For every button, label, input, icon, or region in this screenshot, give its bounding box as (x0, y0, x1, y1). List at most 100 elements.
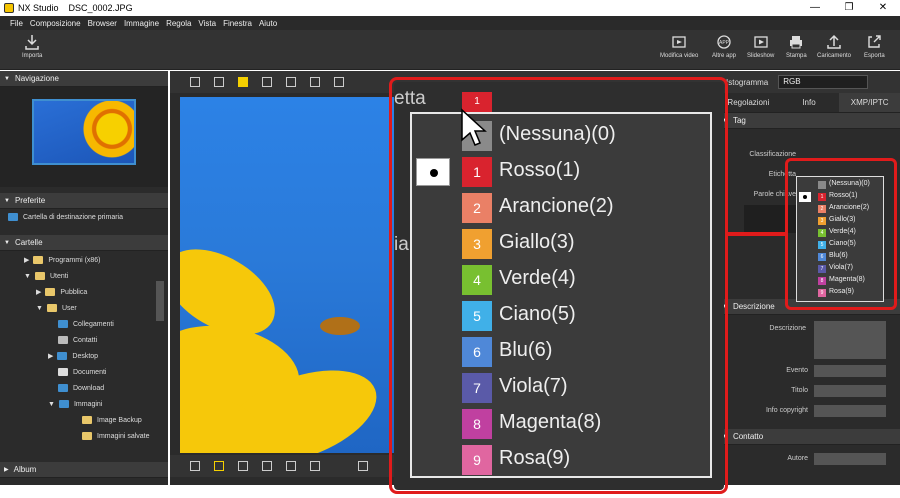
main-photo[interactable] (180, 97, 396, 453)
slideshow-button[interactable]: Slideshow (747, 34, 774, 59)
toggle-panels-icon[interactable] (334, 77, 344, 87)
other-apps-button[interactable]: APP Altre app (712, 34, 736, 59)
histogram-mode-select[interactable]: RGB (778, 75, 869, 89)
slideshow-icon (754, 36, 768, 48)
close-button[interactable]: ✕ (866, 0, 900, 16)
expand-icon: ▼ (48, 400, 55, 408)
maximize-button[interactable]: ❐ (832, 0, 866, 16)
tree-item[interactable]: ▼ Utenti (24, 269, 68, 283)
single-view-icon[interactable] (238, 77, 248, 87)
expand-icon: ▼ (24, 272, 31, 280)
video-edit-icon (672, 36, 686, 48)
album-header[interactable]: ▶ Album (0, 462, 168, 478)
import-label: Importa (22, 53, 43, 59)
histogram-label: Istogramma (726, 77, 769, 87)
compare-four-icon[interactable] (286, 77, 296, 87)
histogram-icon[interactable] (310, 461, 320, 471)
copyright-label: Info copyright (765, 407, 808, 414)
tree-item[interactable]: Documenti (58, 365, 106, 379)
tab-xmp-iptc[interactable]: XMP/IPTC (839, 93, 900, 112)
tree-item[interactable]: Image Backup (82, 413, 142, 427)
compare-two-icon[interactable] (262, 77, 272, 87)
minimize-button[interactable]: — (798, 0, 832, 16)
navigation-thumbnail[interactable] (32, 99, 136, 165)
folder-icon (82, 432, 92, 440)
contacts-icon (58, 336, 68, 344)
histogram-bar: Istogramma RGB (718, 71, 900, 93)
import-button[interactable]: Importa (22, 34, 42, 59)
tree-item[interactable]: ▶ Programmi (x86) (24, 253, 101, 267)
menu-file[interactable]: File (10, 19, 23, 28)
folder-icon (82, 416, 92, 424)
folder-icon (34, 272, 45, 280)
title-label: Titolo (791, 387, 808, 394)
menu-bar: File Composizione Browser Immagine Regol… (0, 16, 900, 30)
list-view-icon[interactable] (214, 77, 224, 87)
tree-item[interactable]: ▶ Pubblica (36, 285, 87, 299)
tag-section-header[interactable]: ▼ Tag (718, 113, 900, 129)
folder-icon (8, 213, 18, 221)
author-field[interactable] (814, 453, 886, 465)
tree-item[interactable]: Download (58, 381, 104, 395)
tree-item[interactable]: ▼ Immagini (48, 397, 102, 411)
other-apps-label: Altre app (712, 53, 737, 59)
copyright-field[interactable] (814, 405, 886, 417)
tree-scrollbar[interactable] (156, 281, 164, 321)
menu-highlight-frame (785, 158, 897, 310)
menu-composizione[interactable]: Composizione (30, 19, 81, 28)
tree-item[interactable]: Contatti (58, 333, 97, 347)
tree-item[interactable]: Immagini salvate (82, 429, 150, 443)
navigation-header[interactable]: ▼ Navigazione (0, 71, 168, 87)
contact-section-header[interactable]: ▼ Contatto (718, 429, 900, 445)
expand-icon: ▼ (36, 304, 43, 312)
callout-connector (726, 232, 788, 236)
thumbnail-grid-icon[interactable] (190, 77, 200, 87)
collapse-icon: ▼ (4, 239, 10, 246)
right-tabs: Regolazioni Info XMP/IPTC (718, 93, 900, 113)
grid-icon[interactable] (262, 461, 272, 471)
favorites-item[interactable]: Cartella di destinazione primaria (0, 209, 168, 225)
menu-browser[interactable]: Browser (88, 19, 117, 28)
tree-item[interactable]: ▶ Desktop (48, 349, 98, 363)
svg-text:APP: APP (719, 40, 730, 46)
author-label: Autore (787, 455, 808, 462)
upload-label: Caricamento (817, 53, 852, 59)
compare-icon[interactable] (214, 461, 224, 471)
export-label: Esporta (864, 53, 885, 59)
export-button[interactable]: Esporta (864, 34, 885, 59)
favorites-header[interactable]: ▼ Preferite (0, 193, 168, 209)
print-label: Stampa (786, 53, 807, 59)
rotate-left-icon[interactable] (358, 461, 368, 471)
rating-label: Classificazione (749, 151, 796, 158)
expand-icon: ▶ (36, 289, 42, 296)
menu-vista[interactable]: Vista (198, 19, 216, 28)
menu-finestra[interactable]: Finestra (223, 19, 252, 28)
menu-regola[interactable]: Regola (166, 19, 191, 28)
folder-icon (46, 304, 57, 312)
favorites-spacer (0, 225, 168, 235)
before-after-icon[interactable] (310, 77, 320, 87)
tab-info[interactable]: Info (779, 93, 840, 112)
stack-icon[interactable] (190, 461, 200, 471)
tree-item[interactable]: ▼ User (36, 301, 77, 315)
folder-tree: ▶ Programmi (x86) ▼ Utenti ▶ Pubblica ▼ User… (0, 251, 168, 447)
title-field[interactable] (814, 385, 886, 397)
left-panel: ▼ Navigazione ▼ Preferite Cartella di dest… (0, 71, 168, 485)
info-icon[interactable] (286, 461, 296, 471)
print-button[interactable]: Stampa (786, 34, 807, 59)
crop-icon[interactable] (238, 461, 248, 471)
event-field[interactable] (814, 365, 886, 377)
menu-aiuto[interactable]: Aiuto (259, 19, 277, 28)
expand-icon: ▶ (48, 353, 54, 360)
apps-icon: APP (717, 35, 731, 49)
edit-video-button[interactable]: Modifica video (660, 34, 698, 59)
tree-item[interactable]: Collegamenti (58, 317, 114, 331)
upload-button[interactable]: Caricamento (817, 34, 851, 59)
file-name: DSC_0002.JPG (68, 3, 133, 13)
bee (320, 317, 360, 335)
upload-icon (827, 34, 841, 49)
app-logo-icon (4, 3, 14, 13)
menu-immagine[interactable]: Immagine (124, 19, 159, 28)
description-field[interactable] (814, 321, 886, 359)
folders-header[interactable]: ▼ Cartelle (0, 235, 168, 251)
